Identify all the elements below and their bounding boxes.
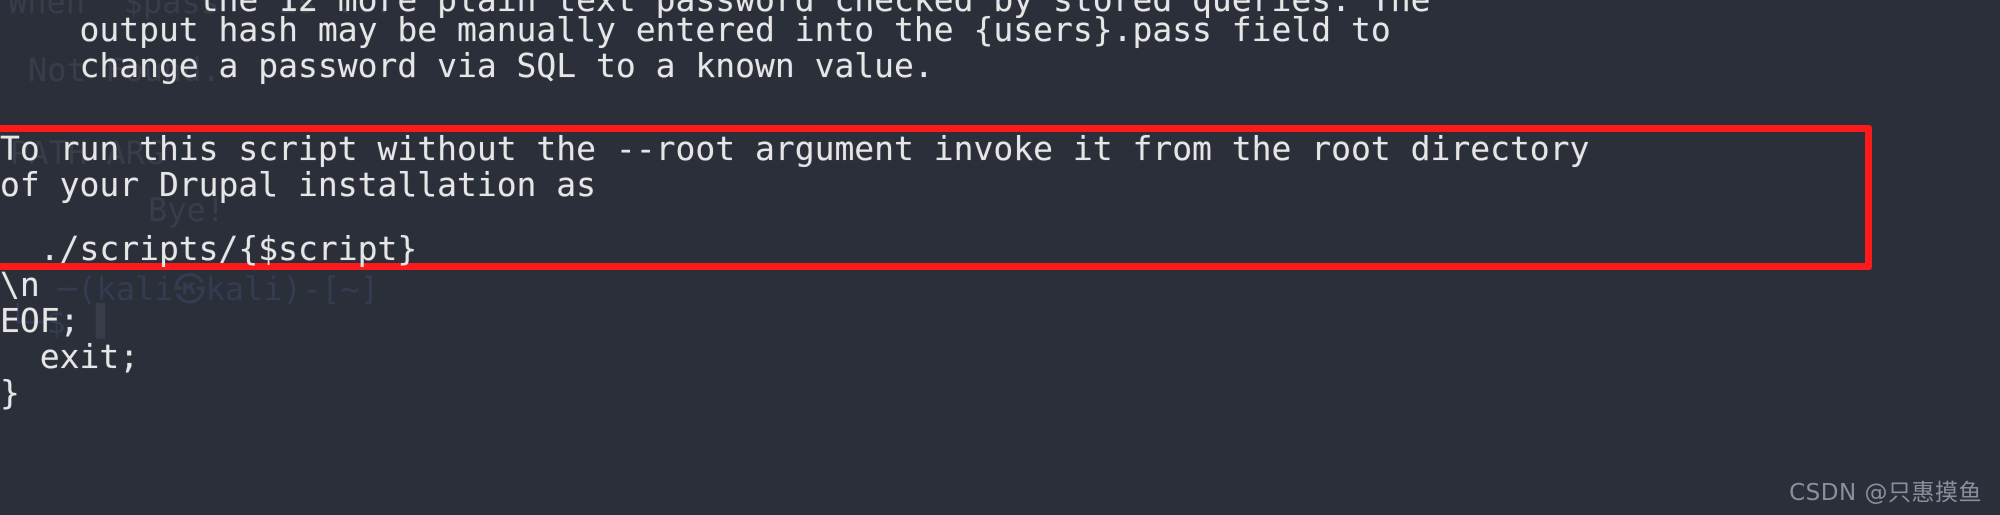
csdn-watermark: CSDN @只惠摸鱼: [1789, 480, 1982, 506]
terminal-line-eof: EOF;: [0, 301, 80, 340]
terminal-line-scripts-path: ./scripts/{$script}: [0, 229, 418, 268]
terminal-line-exit: exit;: [0, 337, 140, 376]
terminal-line-closing-brace: }: [0, 373, 20, 412]
terminal-line-to-run: To run this script without the --root ar…: [0, 129, 1590, 168]
terminal-window[interactable]: When $pass is ... Not Found. PATH ARG By…: [0, 0, 2000, 515]
terminal-line-change-password: change a password via SQL to a known val…: [0, 46, 934, 85]
terminal-line-of-your-drupal: of your Drupal installation as: [0, 165, 597, 204]
terminal-text-layer: the 12 more plain text password checked …: [0, 0, 2000, 515]
terminal-line-output-hash: output hash may be manually entered into…: [0, 10, 1391, 49]
terminal-line-newline-escape: \n: [0, 265, 40, 304]
